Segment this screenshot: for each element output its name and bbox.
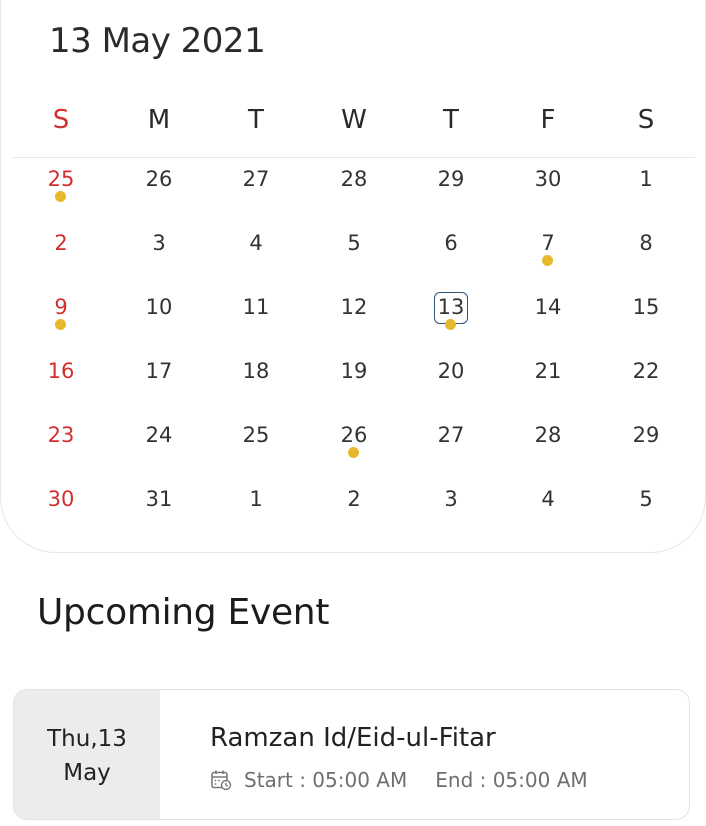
calendar-day-number: 17	[145, 359, 173, 383]
calendar-day-selected[interactable]: 13	[421, 287, 481, 330]
calendar-day-number: 27	[437, 423, 465, 447]
section-title: Upcoming Event	[37, 592, 330, 633]
calendar-day-number: 20	[437, 359, 465, 383]
calendar-day-number: 4	[249, 231, 263, 255]
calendar-day[interactable]: 30	[518, 159, 578, 199]
calendar-day[interactable]: 1	[226, 479, 286, 519]
calendar-day[interactable]: 7	[518, 223, 578, 266]
event-start-time: Start : 05:00 AM	[244, 768, 408, 792]
calendar-day-number: 27	[242, 167, 270, 191]
calendar-day[interactable]: 15	[616, 287, 676, 327]
calendar-day[interactable]: 3	[129, 223, 189, 263]
calendar-day[interactable]: 4	[518, 479, 578, 519]
calendar-day-number: 10	[145, 295, 173, 319]
calendar-day[interactable]: 30	[31, 479, 91, 519]
calendar-day-number: 5	[639, 487, 653, 511]
calendar-day-number: 1	[249, 487, 263, 511]
calendar-day-number: 19	[340, 359, 368, 383]
calendar-day[interactable]: 28	[324, 159, 384, 199]
calendar-day-number: 23	[47, 423, 75, 447]
calendar-day[interactable]: 9	[31, 287, 91, 330]
calendar-day-number: 3	[444, 487, 458, 511]
calendar-day-number: 26	[145, 167, 173, 191]
calendar-day-number: 29	[632, 423, 660, 447]
calendar-day[interactable]: 24	[129, 415, 189, 455]
calendar-day[interactable]: 18	[226, 351, 286, 391]
calendar-day[interactable]: 4	[226, 223, 286, 263]
calendar-day[interactable]: 23	[31, 415, 91, 455]
calendar-day-number: 1	[639, 167, 653, 191]
calendar-day-number: 31	[145, 487, 173, 511]
calendar-day[interactable]: 2	[324, 479, 384, 519]
event-time: Start : 05:00 AM End : 05:00 AM	[210, 768, 588, 792]
calendar-day-number: 2	[347, 487, 361, 511]
calendar-day-number: 12	[340, 295, 368, 319]
calendar-day[interactable]: 25	[31, 159, 91, 202]
calendar-day[interactable]: 6	[421, 223, 481, 263]
calendar-day[interactable]: 1	[616, 159, 676, 199]
calendar-day[interactable]: 21	[518, 351, 578, 391]
calendar-day[interactable]: 28	[518, 415, 578, 455]
calendar-day[interactable]: 31	[129, 479, 189, 519]
event-title: Ramzan Id/Eid-ul-Fitar	[210, 723, 496, 753]
calendar-day-number: 21	[534, 359, 562, 383]
calendar-day-number: 28	[534, 423, 562, 447]
calendar-day-number: 11	[242, 295, 270, 319]
event-dot	[55, 191, 66, 202]
calendar-day-number: 30	[534, 167, 562, 191]
calendar-day[interactable]: 2	[31, 223, 91, 263]
event-date-month: May	[63, 760, 111, 786]
calendar-day[interactable]: 19	[324, 351, 384, 391]
calendar-day-number: 22	[632, 359, 660, 383]
calendar-day-number: 2	[54, 231, 68, 255]
event-end-time: End : 05:00 AM	[435, 768, 588, 792]
calendar-day-number: 3	[152, 231, 166, 255]
calendar-day[interactable]: 11	[226, 287, 286, 327]
calendar-day-number: 5	[347, 231, 361, 255]
calendar-day-number: 15	[632, 295, 660, 319]
event-card[interactable]: Thu,13 May Ramzan Id/Eid-ul-Fitar Start …	[13, 689, 690, 820]
calendar-day[interactable]: 14	[518, 287, 578, 327]
event-dot	[348, 447, 359, 458]
calendar-day-number: 8	[639, 231, 653, 255]
calendar-day[interactable]: 26	[324, 415, 384, 458]
calendar-day-number: 29	[437, 167, 465, 191]
calendar-day-number: 28	[340, 167, 368, 191]
calendar-day-number: 6	[444, 231, 458, 255]
calendar-day[interactable]: 10	[129, 287, 189, 327]
calendar-day[interactable]: 29	[421, 159, 481, 199]
calendar-day[interactable]: 5	[324, 223, 384, 263]
calendar-day-number: 4	[541, 487, 555, 511]
calendar-day[interactable]: 29	[616, 415, 676, 455]
calendar-day-number: 16	[47, 359, 75, 383]
calendar-day[interactable]: 27	[421, 415, 481, 455]
event-dot	[542, 255, 553, 266]
calendar-day[interactable]: 17	[129, 351, 189, 391]
calendar-day[interactable]: 12	[324, 287, 384, 327]
calendar-day[interactable]: 5	[616, 479, 676, 519]
calendar-day-number: 25	[242, 423, 270, 447]
calendar-day[interactable]: 27	[226, 159, 286, 199]
calendar-day[interactable]: 3	[421, 479, 481, 519]
calendar-day[interactable]: 26	[129, 159, 189, 199]
event-dot	[55, 319, 66, 330]
calendar-day[interactable]: 22	[616, 351, 676, 391]
calendar-day-number: 24	[145, 423, 173, 447]
calendar-day[interactable]: 16	[31, 351, 91, 391]
calendar-card: 13 May 2021 S M T W T F S 25 26 27 28 29 30 1 2…	[0, 0, 706, 553]
calendar-day-number: 30	[47, 487, 75, 511]
calendar-clock-icon	[211, 770, 232, 791]
day-grid: 25 26 27 28 29 30 1 2 3 4 5 6 7 8 9 10 11 12 13 14 15 16 17 18 1…	[1, 1, 706, 561]
calendar-day-number: 18	[242, 359, 270, 383]
calendar-day[interactable]: 20	[421, 351, 481, 391]
event-date-day: Thu,13	[47, 726, 127, 752]
event-dot	[445, 319, 456, 330]
calendar-day[interactable]: 8	[616, 223, 676, 263]
calendar-day[interactable]: 25	[226, 415, 286, 455]
calendar-day-number: 14	[534, 295, 562, 319]
event-date: Thu,13 May	[14, 690, 160, 819]
